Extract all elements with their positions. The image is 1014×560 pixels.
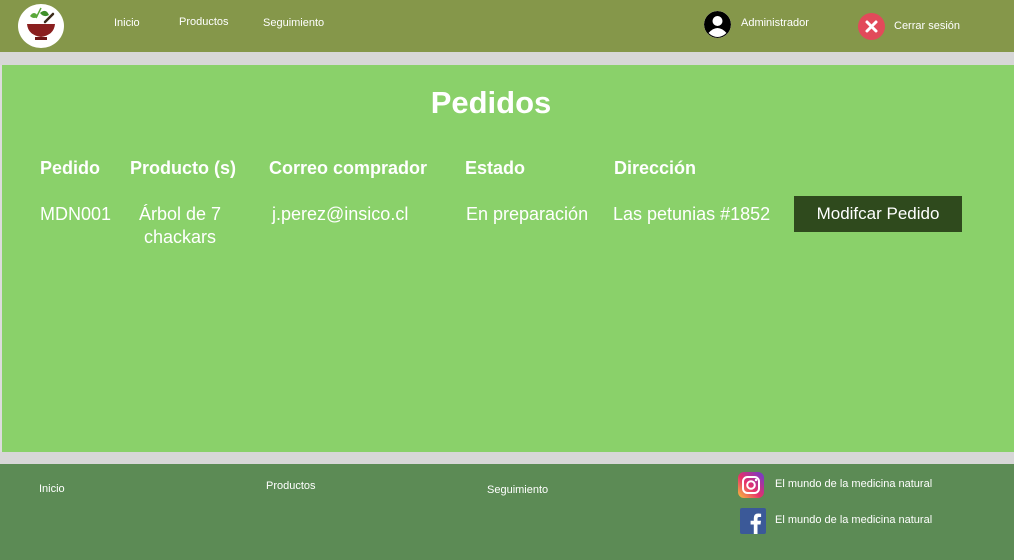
nav-inicio[interactable]: Inicio [114, 17, 140, 29]
instagram-text[interactable]: El mundo de la medicina natural [775, 478, 932, 490]
logout-link[interactable]: Cerrar sesión [894, 20, 960, 32]
nav-productos[interactable]: Productos [179, 16, 229, 28]
footer-link-seguimiento[interactable]: Seguimiento [487, 484, 548, 496]
header-correo: Correo comprador [269, 158, 428, 178]
cell-estado: En preparación [466, 204, 589, 224]
header-pedido: Pedido [40, 158, 101, 178]
logo-icon[interactable] [18, 4, 64, 48]
facebook-icon[interactable] [740, 508, 766, 534]
header-producto: Producto (s) [130, 158, 236, 178]
divider-bottom [0, 452, 1014, 464]
modify-order-button[interactable]: Modifcar Pedido [794, 196, 962, 232]
cell-producto: Árbol de 7 chackars [136, 203, 224, 249]
producto-line-1: Árbol de 7 [138, 204, 222, 224]
producto-line-2: chackars [143, 227, 217, 247]
close-icon[interactable] [858, 13, 885, 40]
facebook-text[interactable]: El mundo de la medicina natural [775, 514, 932, 526]
nav-seguimiento[interactable]: Seguimiento [263, 17, 324, 29]
cell-direccion: Las petunias #1852 [613, 204, 771, 224]
footer-link-productos[interactable]: Productos [266, 480, 316, 492]
page-title: Pedidos [430, 85, 552, 120]
header-estado: Estado [465, 158, 526, 178]
user-name: Administrador [741, 17, 809, 29]
top-navbar: Inicio Productos Seguimiento Administrad… [0, 0, 1014, 52]
cell-correo: j.perez@insico.cl [272, 204, 409, 224]
header-direccion: Dirección [614, 158, 697, 178]
orders-panel: Pedidos Pedido Producto (s) Correo compr… [2, 65, 1014, 452]
footer-link-inicio[interactable]: Inicio [39, 483, 65, 495]
divider-top [0, 52, 1014, 65]
user-avatar-icon[interactable] [704, 11, 731, 38]
cell-pedido: MDN001 [40, 204, 112, 224]
footer: Inicio Productos Seguimiento El mundo de… [0, 464, 1014, 560]
instagram-icon[interactable] [738, 472, 764, 498]
